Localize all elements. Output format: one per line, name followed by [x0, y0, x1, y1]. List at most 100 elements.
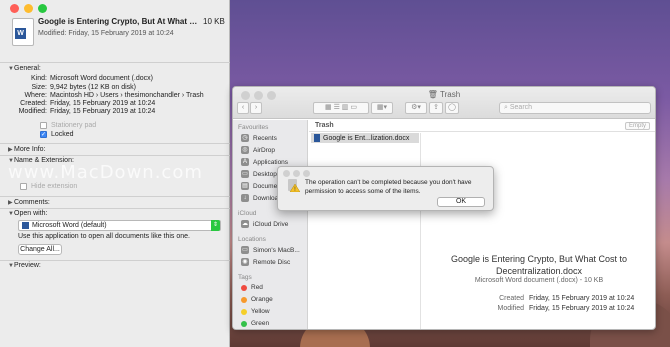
zoom-button[interactable]	[38, 4, 47, 13]
green-tag-icon	[241, 320, 247, 327]
preview-modified-label: Modified	[497, 305, 524, 312]
action-gear-button[interactable]: ⚙▾	[405, 102, 427, 114]
tags-button[interactable]: ◯	[445, 102, 459, 114]
close-button[interactable]	[10, 4, 19, 13]
modified-label: Modified:	[18, 108, 47, 115]
sidebar: Favourites ◷ Recents ◎ AirDrop A Applicatio…	[233, 120, 308, 329]
size-value: 9,942 bytes (12 KB on disk)	[50, 84, 136, 91]
document-icon: ▤	[241, 182, 249, 190]
section-general[interactable]: ▼General:	[8, 65, 41, 72]
sidebar-header-locations: Locations	[238, 236, 266, 243]
sidebar-tag-green[interactable]: Green	[241, 320, 269, 327]
column-divider	[420, 133, 421, 329]
hide-extension-checkbox[interactable]: Hide extension	[20, 183, 77, 190]
word-app-icon	[22, 222, 29, 229]
minimize-button[interactable]	[24, 4, 33, 13]
zoom-button[interactable]	[303, 170, 310, 177]
modified-value: Friday, 15 February 2019 at 10:24	[50, 108, 156, 115]
sidebar-tag-yellow[interactable]: Yellow	[241, 308, 270, 315]
file-size: 10 KB	[203, 17, 225, 26]
alert-message: The operation can't be completed because…	[305, 179, 472, 195]
file-row[interactable]: Google is Ent...lization.docx	[311, 133, 419, 143]
sidebar-item-airdrop[interactable]: ◎ AirDrop	[241, 146, 275, 154]
minimize-button[interactable]	[293, 170, 300, 177]
window-title: 🗑 Trash	[427, 90, 461, 99]
divider	[0, 196, 230, 197]
sidebar-header-favourites: Favourites	[238, 124, 269, 131]
yellow-tag-icon	[241, 308, 247, 315]
sidebar-item-applications[interactable]: A Applications	[241, 158, 288, 166]
checkmark-icon: ✓	[40, 131, 47, 138]
change-all-button[interactable]: Change All...	[18, 244, 62, 255]
preview-modified-value: Friday, 15 February 2019 at 10:24	[529, 305, 635, 312]
search-input[interactable]: ⌕ Search	[499, 102, 651, 114]
empty-trash-button[interactable]: Empty	[625, 122, 650, 130]
sidebar-item-recents[interactable]: ◷ Recents	[241, 134, 277, 142]
orange-tag-icon	[241, 296, 247, 303]
created-label: Created:	[20, 100, 47, 107]
forward-button[interactable]: ›	[250, 102, 262, 114]
download-icon: ↓	[241, 194, 249, 202]
checkbox-icon	[20, 183, 27, 190]
kind-value: Microsoft Word document (.docx)	[50, 75, 153, 82]
kind-label: Kind:	[31, 75, 47, 82]
cloud-icon: ☁	[241, 220, 249, 228]
locked-label: Locked	[51, 131, 74, 138]
airdrop-icon: ◎	[241, 146, 249, 154]
file-row-name: Google is Ent...lization.docx	[323, 134, 410, 142]
sidebar-item-macbook[interactable]: ▭ Simon's MacB...	[241, 246, 300, 254]
back-button[interactable]: ‹	[237, 102, 249, 114]
section-open-with[interactable]: ▼Open with:	[8, 210, 47, 217]
laptop-icon: ▭	[241, 246, 249, 254]
preview-created-label: Created	[499, 295, 524, 302]
hide-extension-label: Hide extension	[31, 183, 78, 190]
file-title: Google is Entering Crypto, But At What C…	[38, 17, 198, 26]
view-mode-selector[interactable]: ▦ ☰ ▥ ▭	[313, 102, 369, 114]
open-with-select[interactable]: Microsoft Word (default) ⇕	[18, 220, 221, 231]
where-label: Where:	[24, 92, 47, 99]
preview-file-kind: Microsoft Word document (.docx) - 10 KB	[474, 277, 604, 284]
section-comments[interactable]: ▶Comments:	[8, 199, 50, 206]
file-modified: Modified: Friday, 15 February 2019 at 10…	[38, 30, 174, 37]
clock-icon: ◷	[241, 134, 249, 142]
word-document-icon: W	[12, 18, 34, 46]
where-value: Macintosh HD › Users › thesimonchandler …	[50, 92, 204, 99]
warning-icon: !	[288, 179, 300, 192]
sidebar-header-icloud: iCloud	[238, 210, 257, 217]
stationery-pad-checkbox[interactable]: Stationery pad	[40, 122, 96, 129]
checkbox-icon	[40, 122, 47, 129]
divider	[0, 143, 230, 144]
path-bar: Trash Empty	[309, 120, 655, 132]
locked-checkbox[interactable]: ✓ Locked	[40, 131, 74, 138]
error-alert-dialog: ! The operation can't be completed becau…	[277, 166, 494, 211]
preview-file-name: Google is Entering Crypto, But What Cost…	[450, 254, 628, 276]
path-label: Trash	[315, 122, 334, 129]
divider	[0, 155, 230, 156]
created-value: Friday, 15 February 2019 at 10:24	[50, 100, 156, 107]
sidebar-header-tags: Tags	[238, 274, 252, 281]
close-button[interactable]	[283, 170, 290, 177]
preview-created-value: Friday, 15 February 2019 at 10:24	[529, 295, 635, 302]
open-with-value: Microsoft Word (default)	[32, 222, 107, 229]
divider	[0, 62, 230, 63]
section-more-info[interactable]: ▶More Info:	[8, 146, 46, 153]
watermark: www.MacDown.com	[8, 162, 203, 183]
share-button[interactable]: ⇪	[429, 102, 443, 114]
stationery-pad-label: Stationery pad	[51, 122, 97, 129]
size-label: Size:	[31, 84, 47, 91]
sidebar-item-remote-disc[interactable]: ◉ Remote Disc	[241, 258, 290, 266]
ok-button[interactable]: OK	[437, 197, 485, 207]
sidebar-tag-red[interactable]: Red	[241, 284, 263, 291]
disc-icon: ◉	[241, 258, 249, 266]
open-with-note: Use this application to open all documen…	[18, 233, 190, 240]
sidebar-tag-orange[interactable]: Orange	[241, 296, 273, 303]
red-tag-icon	[241, 284, 247, 291]
chevron-updown-icon: ⇕	[211, 220, 220, 231]
section-preview[interactable]: ▼Preview:	[8, 262, 41, 269]
sidebar-item-icloud-drive[interactable]: ☁ iCloud Drive	[241, 220, 288, 228]
divider	[0, 260, 230, 261]
toolbar: 🗑 Trash ‹ › ▦ ☰ ▥ ▭ ▦▾ ⚙▾ ⇪ ◯ ⌕ Search	[233, 87, 655, 119]
group-button[interactable]: ▦▾	[371, 102, 393, 114]
divider	[0, 208, 230, 209]
word-document-icon	[314, 134, 320, 142]
